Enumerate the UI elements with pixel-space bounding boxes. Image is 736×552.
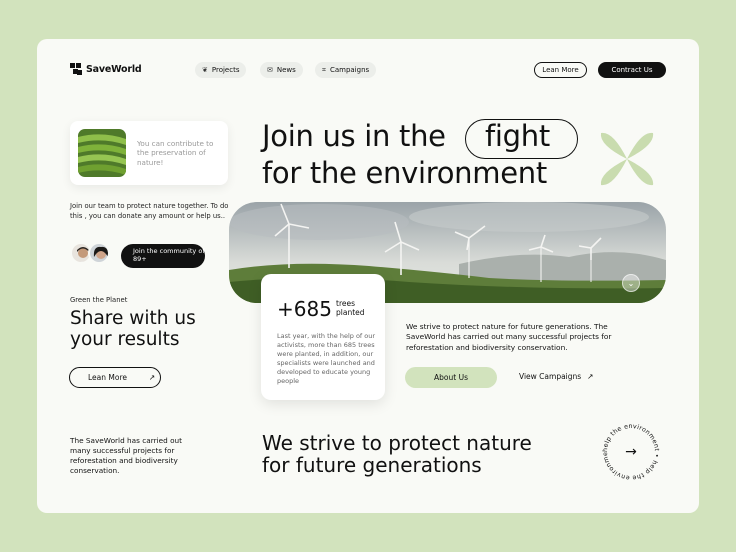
stats-card: +685 trees planted Last year, with the h…	[261, 274, 385, 400]
logo[interactable]: SaveWorld	[70, 63, 142, 75]
about-us-button[interactable]: About Us	[405, 367, 497, 388]
nav-projects[interactable]: ❦ Projects	[195, 62, 247, 78]
strive-text: We strive to protect nature for future g…	[406, 322, 612, 352]
headline-highlight: fight	[485, 119, 550, 153]
share-learn-more-button[interactable]: Lean More ↗	[69, 367, 161, 388]
arrow-right-icon: →	[625, 444, 637, 460]
join-community-button[interactable]: Join the community of 89+	[121, 244, 205, 268]
nav-news-label: News	[276, 66, 296, 74]
chevron-down-icon[interactable]: ⌄	[622, 274, 640, 292]
main-card: SaveWorld ❦ Projects ✉ News ⌗ Campaigns …	[37, 39, 699, 513]
strive-heading-line2: for future generations	[262, 453, 482, 478]
avatar	[88, 242, 110, 264]
arrow-up-right-icon: ↗	[587, 372, 594, 381]
logo-text: SaveWorld	[86, 63, 142, 75]
contribute-card: You can contribute to the preservation o…	[70, 121, 228, 185]
logo-mark-icon	[70, 63, 82, 75]
join-text: Join our team to protect nature together…	[70, 202, 229, 220]
headline-line2: for the environment	[262, 156, 547, 190]
terraces-image	[78, 129, 126, 177]
share-title: Share with us your results	[70, 308, 196, 350]
view-campaigns-link[interactable]: View Campaigns ↗	[519, 372, 593, 381]
help-environment-badge[interactable]: help the environment • help the environm…	[599, 420, 663, 484]
share-title-line2: your results	[70, 328, 180, 350]
view-campaigns-label: View Campaigns	[519, 372, 582, 381]
mail-icon: ✉	[267, 66, 273, 74]
nav-campaigns[interactable]: ⌗ Campaigns	[315, 62, 377, 78]
learn-more-button[interactable]: Lean More	[534, 62, 587, 78]
contribute-text: You can contribute to the preservation o…	[137, 139, 214, 167]
headline-line1: Join us in the	[262, 119, 446, 153]
share-learn-more-label: Lean More	[88, 373, 127, 382]
flower-leaf-icon	[600, 132, 654, 186]
contract-us-button[interactable]: Contract Us	[598, 62, 666, 78]
arrow-up-right-icon: ↗	[149, 373, 156, 382]
stats-label: trees planted	[336, 299, 365, 317]
stats-body: Last year, with the help of our activist…	[277, 332, 376, 386]
bottom-left-text: The SaveWorld has carried out many succe…	[70, 436, 183, 475]
stats-label-line1: trees	[336, 299, 355, 308]
avatar-group	[70, 242, 110, 264]
nav-campaigns-label: Campaigns	[329, 66, 370, 74]
chart-icon: ⌗	[322, 65, 326, 74]
strive-heading: We strive to protect nature for future g…	[262, 432, 532, 477]
stats-label-line2: planted	[336, 308, 365, 317]
nav-news[interactable]: ✉ News	[260, 62, 303, 78]
stats-number: +685	[277, 297, 332, 321]
share-title-line1: Share with us	[70, 308, 196, 329]
leaf-icon: ❦	[202, 66, 208, 74]
nav-projects-label: Projects	[211, 66, 240, 74]
share-eyebrow: Green the Planet	[70, 296, 128, 304]
strive-heading-line1: We strive to protect nature	[262, 431, 532, 455]
